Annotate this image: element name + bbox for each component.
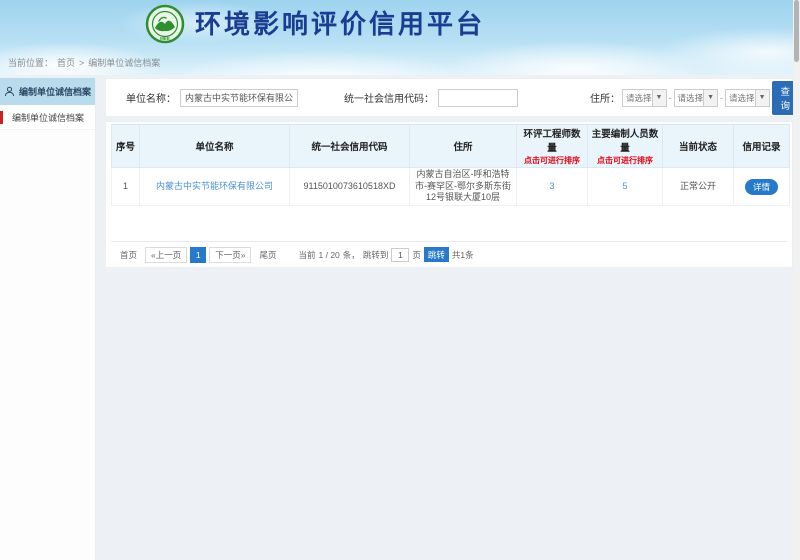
mee-logo-icon: MEE (145, 4, 185, 44)
address-label: 住所： (590, 90, 620, 105)
address-province-value: 请选择 (623, 92, 652, 104)
table-header-row: 序号 单位名称 统一社会信用代码 住所 环评工程师数量 点击可进行排序 主要编制… (112, 125, 790, 168)
pagination-unit: 条， (343, 249, 360, 261)
jump-suffix: 页 (412, 249, 421, 261)
jump-page-input[interactable] (391, 248, 409, 262)
total-count: 共1条 (452, 249, 474, 261)
table-empty-space (111, 206, 787, 241)
unit-name-label: 单位名称： (126, 90, 176, 105)
scrollbar-thumb[interactable] (794, 0, 799, 62)
page-title: 环境影响评价信用平台 (195, 4, 485, 44)
col-staff-count-label: 主要编制人员数量 (592, 129, 659, 154)
staff-sort-hint[interactable]: 点击可进行排序 (590, 155, 660, 166)
col-staff-count[interactable]: 主要编制人员数量 点击可进行排序 (588, 125, 663, 168)
last-page-button[interactable]: 尾页 (254, 247, 281, 263)
results-table: 序号 单位名称 统一社会信用代码 住所 环评工程师数量 点击可进行排序 主要编制… (111, 124, 790, 206)
chevron-down-icon: ▼ (652, 90, 666, 106)
breadcrumb-separator: > (79, 58, 84, 68)
detail-button[interactable]: 详情 (745, 179, 778, 195)
credit-code-input[interactable] (438, 89, 518, 107)
chevron-down-icon: ▼ (703, 90, 717, 106)
sidebar-group-label: 编制单位诚信档案 (19, 85, 91, 98)
chevron-down-icon: ▼ (755, 90, 769, 106)
staff-count-link[interactable]: 5 (622, 181, 627, 191)
jump-label: 跳转到 (363, 249, 389, 261)
breadcrumb-prefix: 当前位置： (8, 56, 53, 69)
col-engineer-count-label: 环评工程师数量 (523, 129, 580, 154)
credit-code-label: 统一社会信用代码： (344, 90, 434, 105)
pagination-bar: 首页 «上一页 1 下一页» 尾页 当前 1 / 20 条， 跳转到 页 跳转 … (111, 241, 787, 267)
sidebar-group-credit-archive[interactable]: 编制单位诚信档案 (0, 78, 95, 105)
cell-credit-code: 9115010073610518XD (290, 168, 410, 206)
user-icon (4, 86, 15, 97)
active-indicator (0, 111, 3, 124)
col-credit-record: 信用记录 (734, 125, 790, 168)
jump-button[interactable]: 跳转 (424, 247, 449, 262)
first-page-button[interactable]: 首页 (115, 247, 142, 263)
address-city-value: 请选择 (675, 92, 704, 104)
search-panel: 单位名称： 统一社会信用代码： 住所： 请选择 ▼ - 请选择 ▼ - 请选择 … (105, 78, 793, 117)
col-credit-code: 统一社会信用代码 (290, 125, 410, 168)
address-district-value: 请选择 (726, 92, 755, 104)
address-province-select[interactable]: 请选择 ▼ (622, 89, 667, 107)
main-content: 单位名称： 统一社会信用代码： 住所： 请选择 ▼ - 请选择 ▼ - 请选择 … (105, 78, 793, 268)
results-panel: 序号 单位名称 统一社会信用代码 住所 环评工程师数量 点击可进行排序 主要编制… (105, 121, 793, 268)
col-index: 序号 (112, 125, 140, 168)
breadcrumb-current: 编制单位诚信档案 (88, 56, 160, 69)
prev-page-button[interactable]: «上一页 (145, 247, 187, 263)
page-body: 编制单位诚信档案 编制单位诚信档案 单位名称： 统一社会信用代码： 住所： 请选… (0, 75, 800, 560)
cell-index: 1 (112, 168, 140, 206)
address-separator: - (669, 93, 672, 103)
pagination-info-prefix: 当前 (299, 249, 316, 261)
address-city-select[interactable]: 请选择 ▼ (674, 89, 719, 107)
sidebar-item-label: 编制单位诚信档案 (12, 111, 84, 124)
address-district-select[interactable]: 请选择 ▼ (725, 89, 770, 107)
col-engineer-count[interactable]: 环评工程师数量 点击可进行排序 (517, 125, 588, 168)
col-status: 当前状态 (663, 125, 734, 168)
breadcrumb: 当前位置： 首页 > 编制单位诚信档案 (8, 56, 160, 69)
next-page-button[interactable]: 下一页» (209, 247, 251, 263)
col-unit-name: 单位名称 (140, 125, 290, 168)
vertical-scrollbar[interactable] (793, 0, 800, 560)
cell-status: 正常公开 (663, 168, 734, 206)
page-1-button[interactable]: 1 (190, 247, 206, 263)
col-address: 住所 (410, 125, 517, 168)
table-row: 1 内蒙古中实节能环保有限公司 9115010073610518XD 内蒙古自治… (112, 168, 790, 206)
pagination-position: 1 / 20 (319, 250, 340, 260)
breadcrumb-home-link[interactable]: 首页 (57, 56, 75, 69)
unit-name-input[interactable] (180, 89, 298, 107)
engineer-sort-hint[interactable]: 点击可进行排序 (519, 155, 585, 166)
svg-text:MEE: MEE (160, 36, 170, 41)
header-banner: MEE 环境影响评价信用平台 当前位置： 首页 > 编制单位诚信档案 (0, 0, 800, 75)
sidebar: 编制单位诚信档案 编制单位诚信档案 (0, 78, 96, 560)
cell-address: 内蒙古自治区-呼和浩特市-赛罕区-鄂尔多斯东街12号银联大厦10层 (410, 168, 517, 206)
address-separator: - (720, 93, 723, 103)
brand: MEE 环境影响评价信用平台 (145, 4, 485, 44)
pagination-info: 当前 1 / 20 条， 跳转到 页 跳转 共1条 (299, 247, 474, 262)
unit-name-link[interactable]: 内蒙古中实节能环保有限公司 (156, 181, 273, 191)
sidebar-item-credit-archive[interactable]: 编制单位诚信档案 (0, 105, 95, 130)
engineer-count-link[interactable]: 3 (549, 181, 554, 191)
